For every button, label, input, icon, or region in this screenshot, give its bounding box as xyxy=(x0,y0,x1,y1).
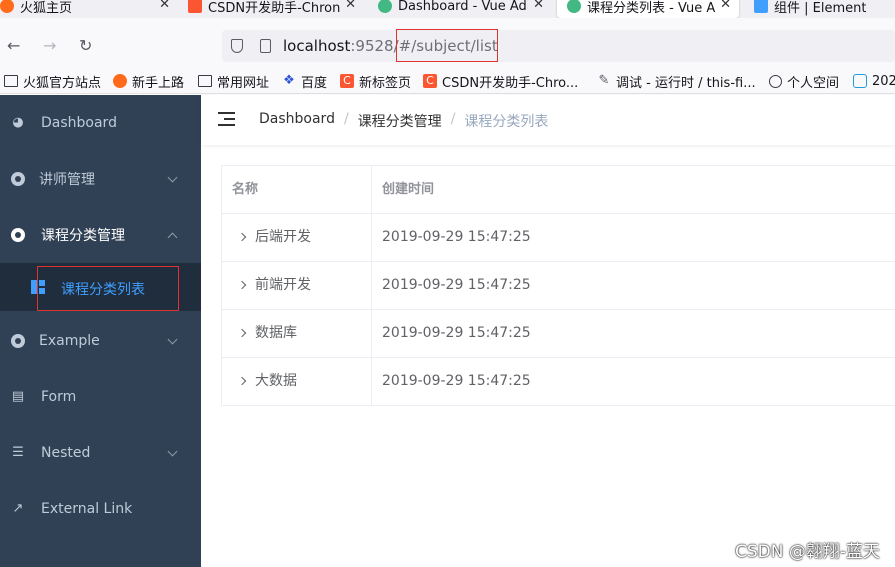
expand-arrow-icon[interactable] xyxy=(237,280,247,290)
breadcrumb-item[interactable]: Dashboard xyxy=(259,111,335,131)
navbar: Dashboard / 课程分类管理 / 课程分类列表 xyxy=(201,95,895,145)
globe-icon xyxy=(769,74,782,88)
created-cell: 2019-09-29 15:47:25 xyxy=(382,373,531,389)
sidebar-item-subject[interactable]: 课程分类管理 xyxy=(0,207,201,263)
external-link-icon: ↗ xyxy=(12,501,24,516)
bookmark-item[interactable]: 202 xyxy=(853,71,895,91)
folder-icon xyxy=(198,75,212,87)
breadcrumb-separator: / xyxy=(343,111,349,127)
close-icon[interactable]: ✕ xyxy=(159,0,170,12)
bilibili-icon xyxy=(853,74,867,88)
browser-window: 火狐主页 ✕ CSDN开发助手-Chron ✕ Dashboard - Vue … xyxy=(0,0,895,567)
forward-arrow-icon[interactable]: → xyxy=(43,37,56,55)
bookmark-item[interactable]: ❖ 百度 xyxy=(282,71,327,91)
main-content: Dashboard / 课程分类管理 / 课程分类列表 名称 创建时间 后端开发… xyxy=(201,95,895,567)
tab-csdn[interactable]: CSDN开发助手-Chron ✕ xyxy=(188,0,356,18)
bookmark-item[interactable]: C CSDN开发助手-Chro... xyxy=(423,71,578,91)
sidebar-item-nested[interactable]: ☰ Nested xyxy=(0,425,201,481)
element-icon xyxy=(754,0,768,13)
name-cell: 数据库 xyxy=(222,310,372,358)
url-highlight-box xyxy=(396,29,498,62)
sidebar-item-form[interactable]: ▤ Form xyxy=(0,369,201,425)
created-cell: 2019-09-29 15:47:25 xyxy=(382,277,531,293)
hamburger-icon[interactable] xyxy=(218,112,235,126)
bookmarks-bar: 火狐官方站点 新手上路 常用网址 ❖ 百度 C 新标签页 C CSDN开发助手-Chr… xyxy=(0,68,895,94)
tab-subject-list[interactable]: 课程分类列表 - Vue A ✕ xyxy=(557,0,739,18)
table-row[interactable]: 前端开发 2019-09-29 15:47:25 xyxy=(222,262,895,310)
sidebar: ◕ Dashboard 讲师管理 课程分类管理 课程分类列表 Example ▤… xyxy=(0,95,201,567)
baidu-paw-icon: ❖ xyxy=(283,73,295,88)
csdn-icon: C xyxy=(340,74,354,88)
tab-strip: 火狐主页 ✕ CSDN开发助手-Chron ✕ Dashboard - Vue … xyxy=(0,0,895,18)
breadcrumb: Dashboard / 课程分类管理 / 课程分类列表 xyxy=(259,111,548,131)
csdn-icon xyxy=(188,0,202,13)
close-icon[interactable]: ✕ xyxy=(720,0,731,12)
created-cell: 2019-09-29 15:47:25 xyxy=(382,229,531,245)
sidebar-item-dashboard[interactable]: ◕ Dashboard xyxy=(0,95,201,151)
chevron-down-icon xyxy=(167,446,178,457)
sidebar-item-external-link[interactable]: ↗ External Link xyxy=(0,481,201,537)
bookmark-item[interactable]: 火狐官方站点 xyxy=(4,71,101,91)
firefox-icon xyxy=(113,74,127,88)
bookmark-item[interactable]: 常用网址 xyxy=(198,71,269,91)
tab-element[interactable]: 组件 | Element xyxy=(754,0,895,18)
page-icon xyxy=(260,39,271,53)
breadcrumb-item: 课程分类管理 xyxy=(357,114,442,130)
column-header: 创建时间 xyxy=(382,182,435,197)
chevron-down-icon xyxy=(167,172,178,183)
bookmark-item[interactable]: 个人空间 xyxy=(769,71,839,91)
dashboard-icon: ◕ xyxy=(12,115,24,130)
nested-list-icon: ☰ xyxy=(12,445,24,460)
close-icon[interactable]: ✕ xyxy=(345,0,356,12)
bookmark-item[interactable]: 新手上路 xyxy=(113,71,184,91)
column-header: 名称 xyxy=(222,166,372,214)
breadcrumb-separator: / xyxy=(450,111,456,127)
folder-icon xyxy=(4,75,18,87)
breadcrumb-item: 课程分类列表 xyxy=(464,114,549,130)
name-cell: 前端开发 xyxy=(222,262,372,310)
table-row[interactable]: 后端开发 2019-09-29 15:47:25 xyxy=(222,214,895,262)
name-cell: 大数据 xyxy=(222,358,372,406)
browser-toolbar: ← → ↻ localhost:9528/#/subject/list xyxy=(0,18,895,68)
tab-firefox-home[interactable]: 火狐主页 ✕ xyxy=(0,0,170,18)
chevron-up-icon xyxy=(167,232,178,243)
sidebar-item-example[interactable]: Example xyxy=(0,313,201,369)
watermark: CSDN @翱翔-蓝天 xyxy=(734,542,880,562)
vue-icon xyxy=(567,0,581,13)
name-cell: 后端开发 xyxy=(222,214,372,262)
table-row[interactable]: 大数据 2019-09-29 15:47:25 xyxy=(222,358,895,406)
circle-icon xyxy=(11,228,25,242)
vue-icon xyxy=(378,0,392,13)
bookmark-item[interactable]: ✎ 调试 - 运行时 / this-fi... xyxy=(597,71,756,91)
reload-icon[interactable]: ↻ xyxy=(79,37,92,55)
circle-icon xyxy=(11,172,25,186)
table-header-row: 名称 创建时间 xyxy=(222,166,895,214)
sidebar-item-teacher[interactable]: 讲师管理 xyxy=(0,151,201,207)
address-bar[interactable]: localhost:9528/#/subject/list xyxy=(222,29,895,62)
circle-icon xyxy=(11,334,25,348)
table-row[interactable]: 数据库 2019-09-29 15:47:25 xyxy=(222,310,895,358)
csdn-icon: C xyxy=(423,74,437,88)
wrench-icon: ✎ xyxy=(598,73,610,88)
expand-arrow-icon[interactable] xyxy=(237,232,247,242)
form-icon: ▤ xyxy=(11,389,25,404)
firefox-icon xyxy=(0,0,14,13)
expand-arrow-icon[interactable] xyxy=(237,328,247,338)
created-cell: 2019-09-29 15:47:25 xyxy=(382,325,531,341)
expand-arrow-icon[interactable] xyxy=(237,376,247,386)
shield-icon xyxy=(231,39,243,53)
bookmark-item[interactable]: C 新标签页 xyxy=(340,71,411,91)
chevron-down-icon xyxy=(167,334,178,345)
back-arrow-icon[interactable]: ← xyxy=(7,37,20,55)
subject-table: 名称 创建时间 后端开发 2019-09-29 15:47:25 前端开发 20… xyxy=(221,165,895,406)
tab-dashboard[interactable]: Dashboard - Vue Adi ✕ xyxy=(378,0,544,18)
highlight-box xyxy=(37,266,179,311)
close-icon[interactable]: ✕ xyxy=(533,0,544,12)
